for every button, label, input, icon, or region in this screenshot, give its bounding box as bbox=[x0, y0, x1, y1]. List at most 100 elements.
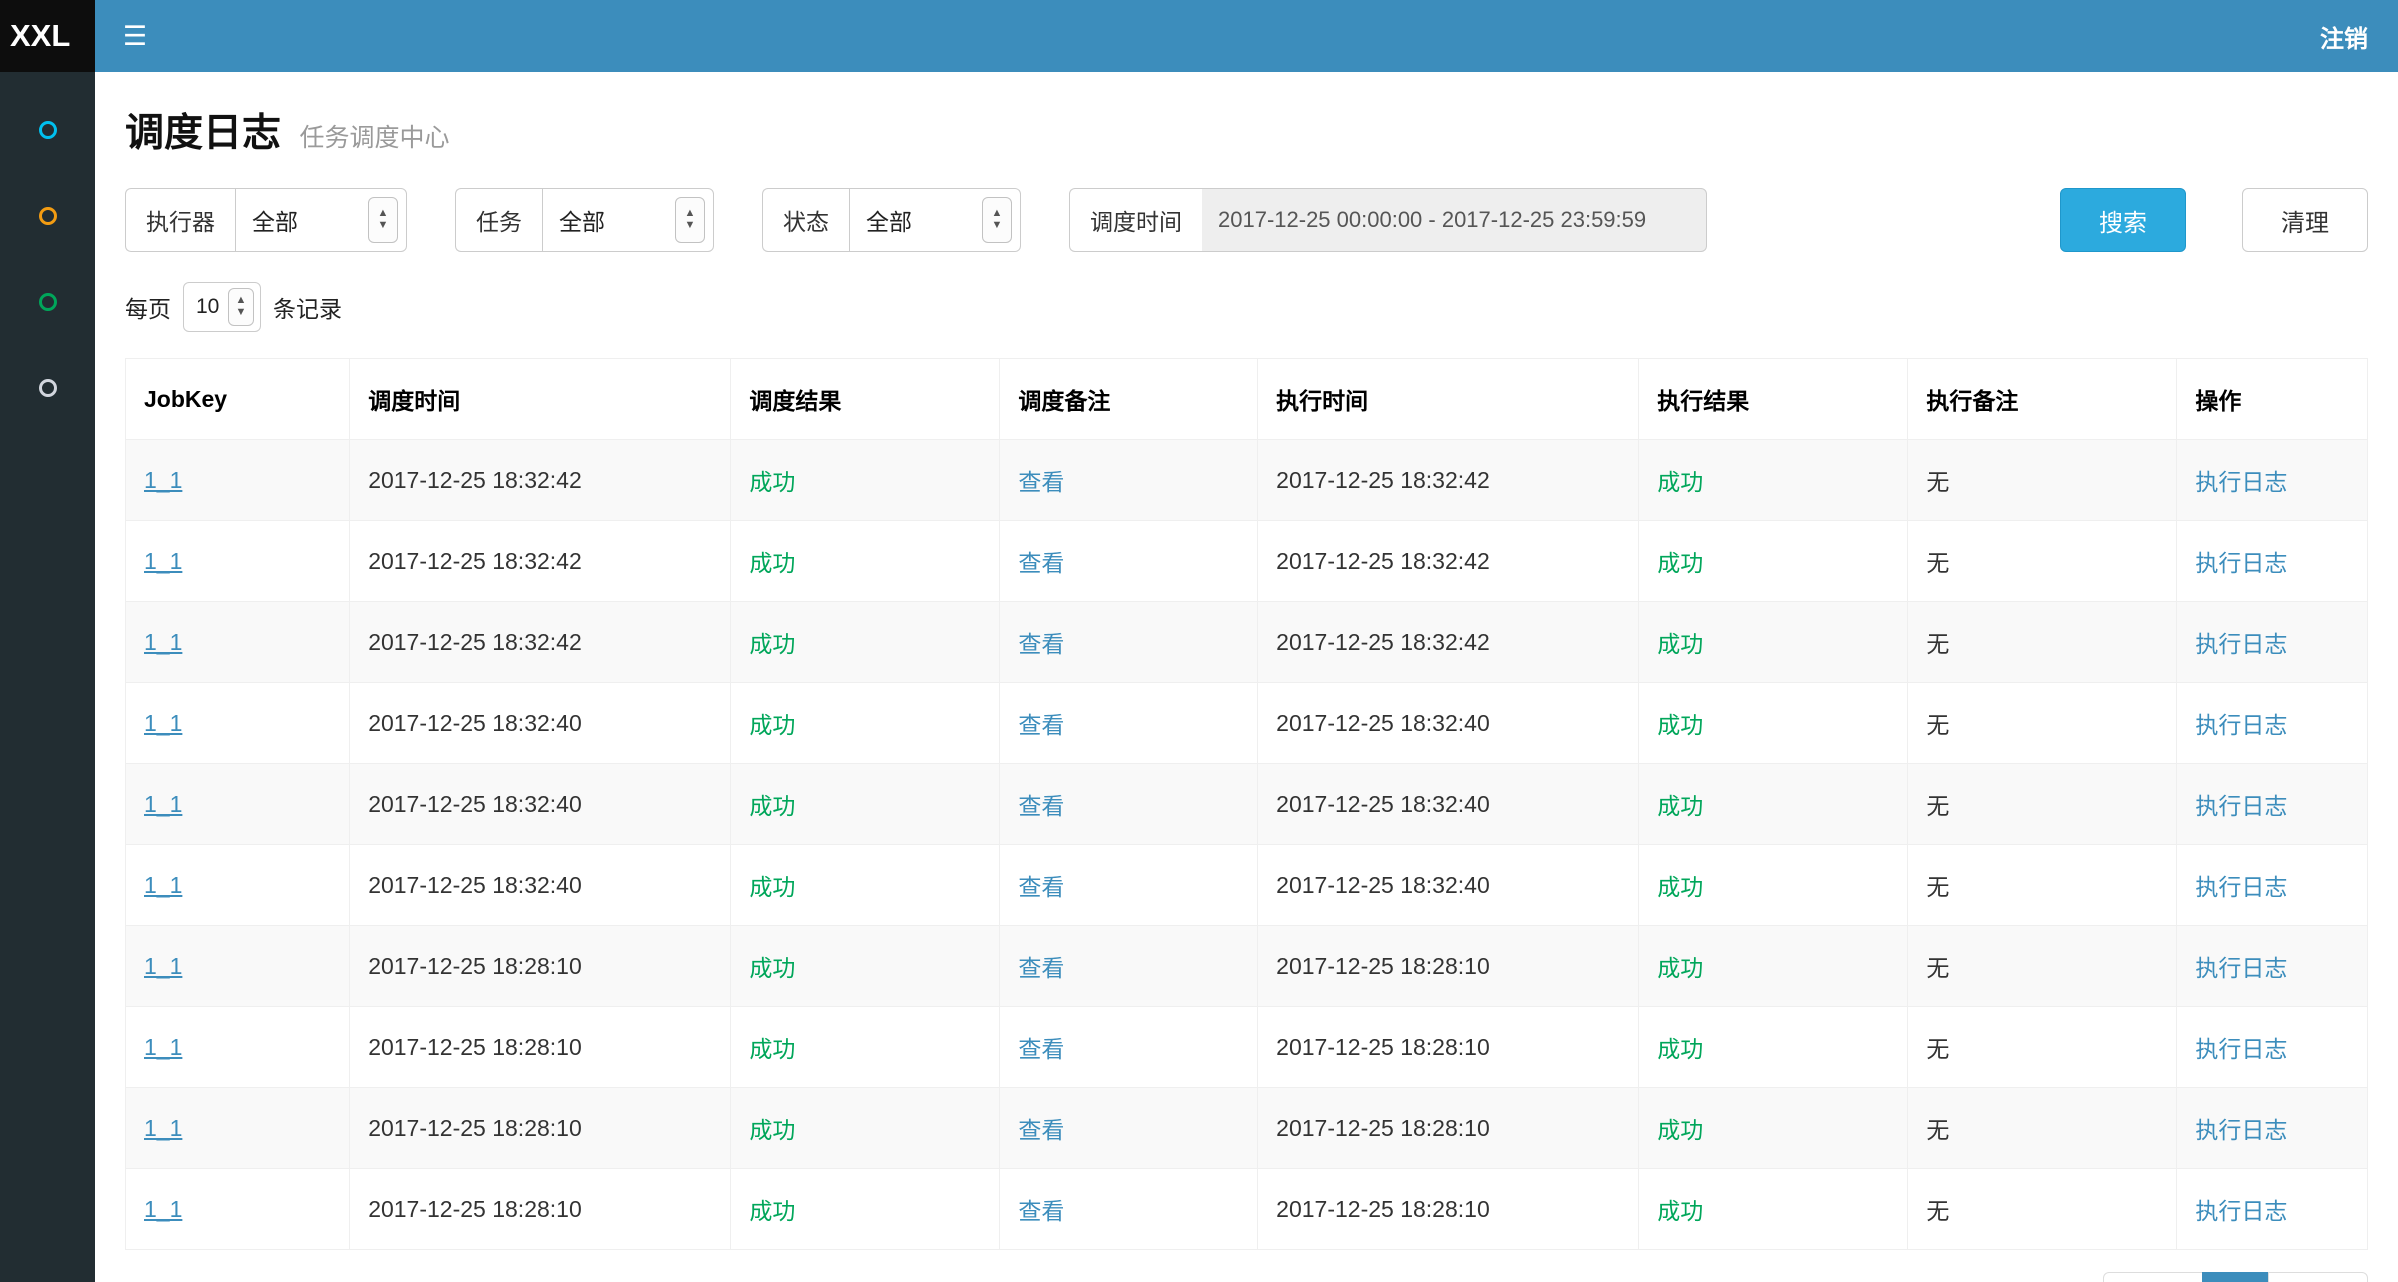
trigger-msg-link[interactable]: 查看 bbox=[1018, 631, 1064, 657]
table-row: 1_12017-12-25 18:32:40成功查看2017-12-25 18:… bbox=[126, 764, 2368, 845]
trigger-time-cell: 2017-12-25 18:32:40 bbox=[350, 683, 731, 764]
jobkey-link[interactable]: 1_1 bbox=[144, 1115, 182, 1141]
exec-log-link[interactable]: 执行日志 bbox=[2195, 1198, 2287, 1224]
jobkey-link[interactable]: 1_1 bbox=[144, 791, 182, 817]
table-row: 1_12017-12-25 18:32:40成功查看2017-12-25 18:… bbox=[126, 845, 2368, 926]
exec-log-link[interactable]: 执行日志 bbox=[2195, 874, 2287, 900]
exec-log-link[interactable]: 执行日志 bbox=[2195, 793, 2287, 819]
sidebar-item-1[interactable] bbox=[39, 121, 57, 139]
jobkey-link[interactable]: 1_1 bbox=[144, 548, 182, 574]
trigger-msg-link[interactable]: 查看 bbox=[1018, 793, 1064, 819]
app-logo[interactable]: XXL bbox=[0, 0, 95, 72]
trigger-result-cell: 成功 bbox=[731, 602, 1000, 683]
page-title: 调度日志 bbox=[125, 112, 281, 155]
status-select[interactable]: 全部 bbox=[849, 188, 1021, 252]
handle-msg-cell: 无 bbox=[1908, 926, 2177, 1007]
page-size-select[interactable]: 10 bbox=[183, 282, 261, 332]
page-size-select-value: 10 bbox=[196, 295, 219, 319]
exec-log-link[interactable]: 执行日志 bbox=[2195, 1036, 2287, 1062]
search-button[interactable]: 搜索 bbox=[2060, 188, 2186, 252]
exec-log-link-cell: 执行日志 bbox=[2177, 926, 2368, 1007]
sidebar-item-3[interactable] bbox=[39, 293, 57, 311]
prev-page-button[interactable]: 上页 bbox=[2103, 1272, 2203, 1282]
exec-log-link[interactable]: 执行日志 bbox=[2195, 1117, 2287, 1143]
handle-time-cell: 2017-12-25 18:32:40 bbox=[1258, 683, 1639, 764]
trigger-msg-link-cell: 查看 bbox=[1000, 764, 1258, 845]
table-row: 1_12017-12-25 18:28:10成功查看2017-12-25 18:… bbox=[126, 926, 2368, 1007]
status-filter-group: 状态 全部 bbox=[762, 188, 1021, 252]
executor-select-value: 全部 bbox=[252, 203, 298, 237]
exec-log-link-cell: 执行日志 bbox=[2177, 764, 2368, 845]
executor-select[interactable]: 全部 bbox=[235, 188, 407, 252]
sidebar-item-4[interactable] bbox=[39, 379, 57, 397]
trigger-time-cell: 2017-12-25 18:32:42 bbox=[350, 521, 731, 602]
column-header-trigger-time: 调度时间 bbox=[350, 359, 731, 440]
jobkey-link[interactable]: 1_1 bbox=[144, 467, 182, 493]
trigger-msg-link[interactable]: 查看 bbox=[1018, 1117, 1064, 1143]
column-header-handle-msg: 执行备注 bbox=[1908, 359, 2177, 440]
trigger-time-filter-group: 调度时间 bbox=[1069, 188, 1707, 252]
page-size-prefix-label: 每页 bbox=[125, 290, 171, 324]
exec-log-link[interactable]: 执行日志 bbox=[2195, 955, 2287, 981]
trigger-time-cell: 2017-12-25 18:32:42 bbox=[350, 440, 731, 521]
hamburger-icon: ☰ bbox=[123, 21, 147, 51]
jobkey-link[interactable]: 1_1 bbox=[144, 710, 182, 736]
jobkey-link-cell: 1_1 bbox=[126, 764, 350, 845]
next-page-button[interactable]: 下页 bbox=[2268, 1272, 2368, 1282]
page-size-suffix-label: 条记录 bbox=[273, 290, 342, 324]
pagination: 上页 1 下页 bbox=[2103, 1272, 2368, 1282]
trigger-msg-link[interactable]: 查看 bbox=[1018, 1036, 1064, 1062]
dispatch-log-table: JobKey 调度时间 调度结果 调度备注 执行时间 执行结果 执行备注 操作 … bbox=[125, 358, 2368, 1250]
trigger-time-range-input[interactable] bbox=[1202, 188, 1707, 252]
table-row: 1_12017-12-25 18:28:10成功查看2017-12-25 18:… bbox=[126, 1088, 2368, 1169]
status-select-value: 全部 bbox=[866, 203, 912, 237]
handle-msg-cell: 无 bbox=[1908, 440, 2177, 521]
exec-log-link[interactable]: 执行日志 bbox=[2195, 712, 2287, 738]
trigger-result-cell: 成功 bbox=[731, 1007, 1000, 1088]
job-select[interactable]: 全部 bbox=[542, 188, 714, 252]
handle-result-cell: 成功 bbox=[1639, 521, 1908, 602]
job-filter-label: 任务 bbox=[455, 188, 542, 252]
handle-msg-cell: 无 bbox=[1908, 1007, 2177, 1088]
current-page-button[interactable]: 1 bbox=[2202, 1272, 2269, 1282]
trigger-msg-link[interactable]: 查看 bbox=[1018, 1198, 1064, 1224]
handle-time-cell: 2017-12-25 18:28:10 bbox=[1258, 1007, 1639, 1088]
circle-icon bbox=[39, 293, 57, 311]
jobkey-link[interactable]: 1_1 bbox=[144, 1034, 182, 1060]
table-row: 1_12017-12-25 18:32:42成功查看2017-12-25 18:… bbox=[126, 602, 2368, 683]
trigger-msg-link[interactable]: 查看 bbox=[1018, 469, 1064, 495]
trigger-msg-link-cell: 查看 bbox=[1000, 521, 1258, 602]
column-header-handle-time: 执行时间 bbox=[1258, 359, 1639, 440]
executor-filter-group: 执行器 全部 bbox=[125, 188, 407, 252]
page-header: 调度日志 任务调度中心 bbox=[125, 102, 2368, 158]
jobkey-link-cell: 1_1 bbox=[126, 1007, 350, 1088]
handle-time-cell: 2017-12-25 18:28:10 bbox=[1258, 1088, 1639, 1169]
exec-log-link-cell: 执行日志 bbox=[2177, 1169, 2368, 1250]
sidebar-toggle-button[interactable]: ☰ bbox=[95, 0, 175, 72]
handle-result-cell: 成功 bbox=[1639, 440, 1908, 521]
table-row: 1_12017-12-25 18:32:42成功查看2017-12-25 18:… bbox=[126, 521, 2368, 602]
jobkey-link-cell: 1_1 bbox=[126, 845, 350, 926]
jobkey-link[interactable]: 1_1 bbox=[144, 953, 182, 979]
trigger-msg-link[interactable]: 查看 bbox=[1018, 712, 1064, 738]
jobkey-link[interactable]: 1_1 bbox=[144, 872, 182, 898]
sidebar-item-2[interactable] bbox=[39, 207, 57, 225]
status-filter-label: 状态 bbox=[762, 188, 849, 252]
jobkey-link[interactable]: 1_1 bbox=[144, 1196, 182, 1222]
filter-bar: 执行器 全部 任务 全部 状态 全部 bbox=[125, 188, 2368, 252]
trigger-msg-link-cell: 查看 bbox=[1000, 1088, 1258, 1169]
select-arrows-icon bbox=[228, 288, 254, 326]
app-logo-text: XXL bbox=[10, 18, 70, 54]
exec-log-link[interactable]: 执行日志 bbox=[2195, 550, 2287, 576]
handle-time-cell: 2017-12-25 18:32:42 bbox=[1258, 521, 1639, 602]
trigger-result-cell: 成功 bbox=[731, 440, 1000, 521]
handle-result-cell: 成功 bbox=[1639, 1088, 1908, 1169]
logout-link[interactable]: 注销 bbox=[2320, 19, 2368, 54]
trigger-msg-link[interactable]: 查看 bbox=[1018, 874, 1064, 900]
clear-button[interactable]: 清理 bbox=[2242, 188, 2368, 252]
exec-log-link[interactable]: 执行日志 bbox=[2195, 469, 2287, 495]
trigger-msg-link[interactable]: 查看 bbox=[1018, 550, 1064, 576]
jobkey-link[interactable]: 1_1 bbox=[144, 629, 182, 655]
trigger-msg-link[interactable]: 查看 bbox=[1018, 955, 1064, 981]
exec-log-link[interactable]: 执行日志 bbox=[2195, 631, 2287, 657]
